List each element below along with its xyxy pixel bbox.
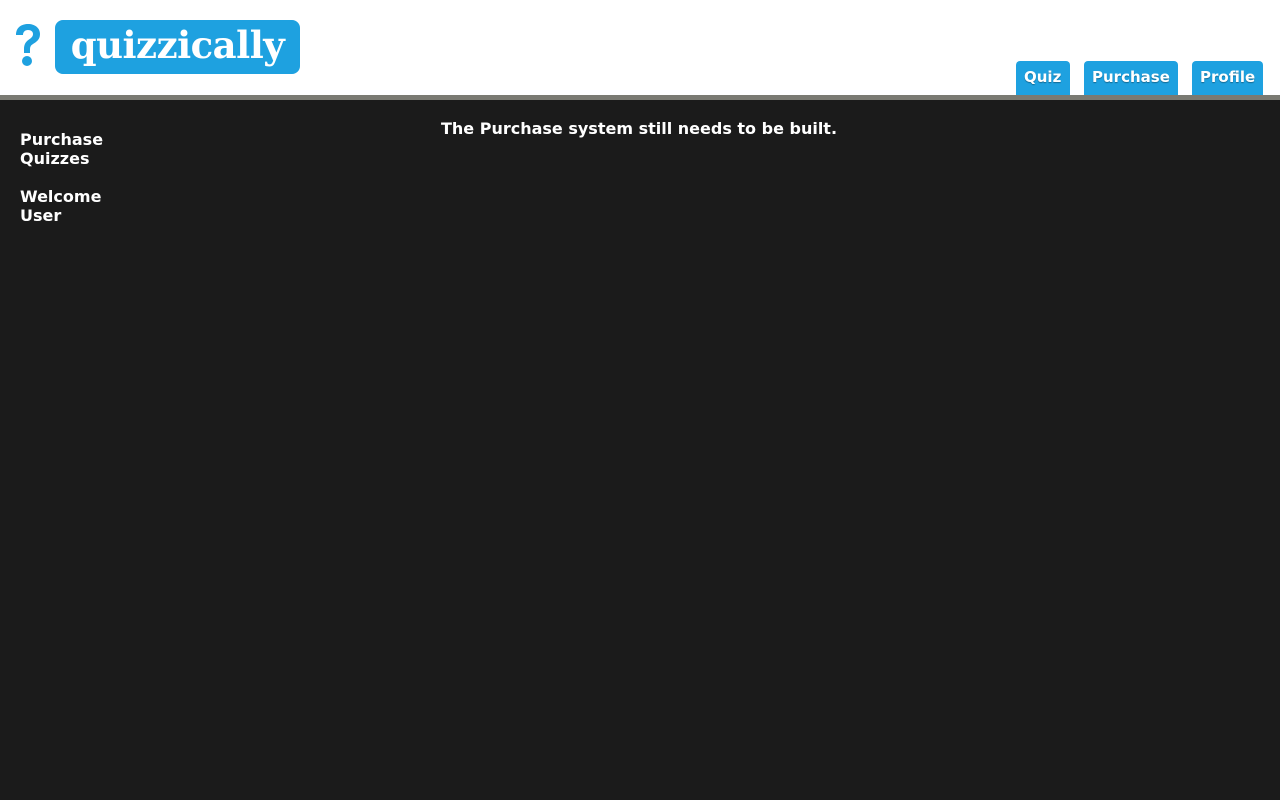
site-header: quizzically Quiz Purchase Profile [0, 0, 1280, 95]
sidebar-item-welcome-user[interactable]: Welcome User [20, 187, 120, 225]
tab-purchase[interactable]: Purchase [1084, 61, 1178, 95]
question-mark-icon [16, 24, 40, 66]
tab-quiz[interactable]: Quiz [1016, 61, 1070, 95]
main-message: The Purchase system still needs to be bu… [441, 119, 838, 138]
tab-profile[interactable]: Profile [1192, 61, 1263, 95]
header-divider [0, 95, 1280, 100]
sidebar-item-purchase-quizzes[interactable]: Purchase Quizzes [20, 130, 120, 168]
brand-logo[interactable]: quizzically [55, 20, 300, 74]
brand-name: quizzically [70, 23, 285, 67]
sidebar: Purchase Quizzes Welcome User [20, 130, 140, 244]
